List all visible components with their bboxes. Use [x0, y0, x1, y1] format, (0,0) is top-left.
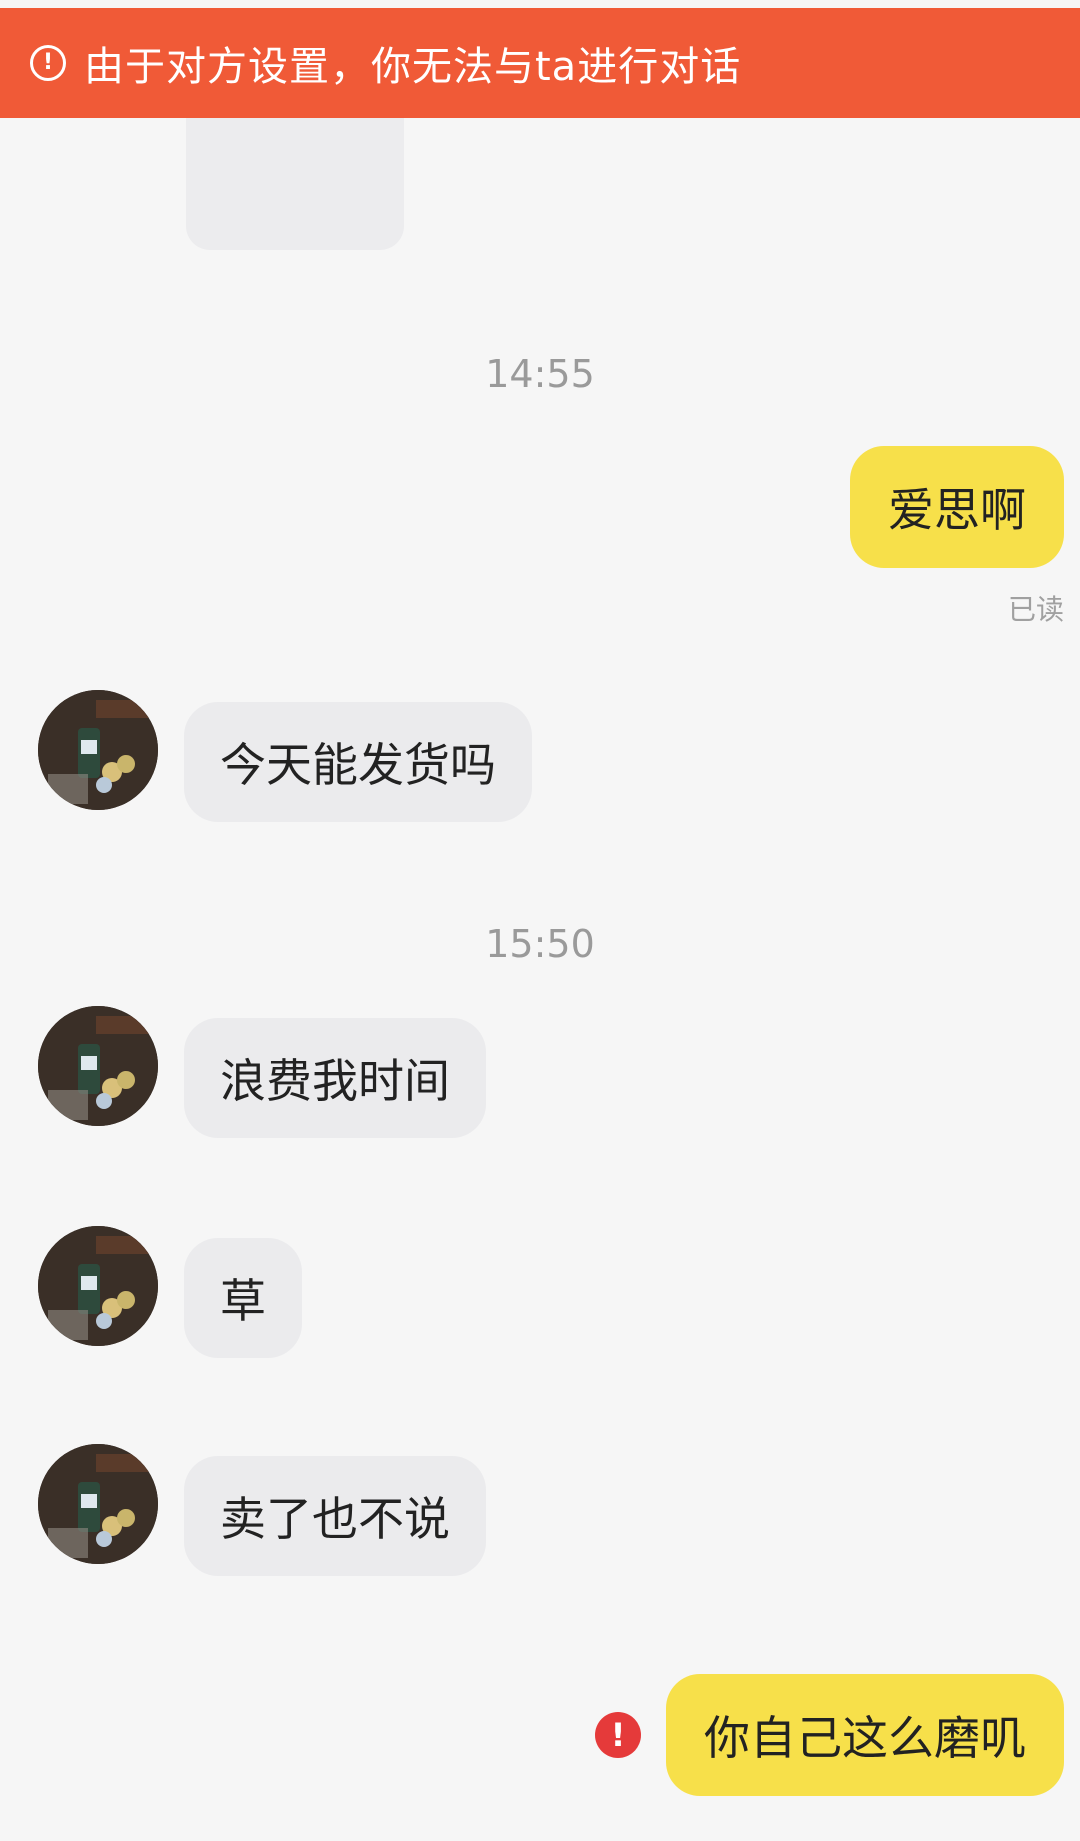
- message-bubble-incoming[interactable]: 浪费我时间: [184, 1018, 486, 1138]
- message-bubble-outgoing[interactable]: 爱思啊: [850, 446, 1064, 568]
- alert-circle-icon: !: [30, 45, 66, 81]
- avatar-photo: [38, 1226, 158, 1346]
- message-text: 卖了也不说: [220, 1492, 450, 1546]
- contact-avatar[interactable]: [38, 690, 158, 810]
- message-text: 今天能发货吗: [220, 738, 496, 792]
- restriction-banner: ! 由于对方设置，你无法与ta进行对话: [0, 8, 1080, 118]
- message-bubble-outgoing[interactable]: 你自己这么磨叽: [666, 1674, 1064, 1796]
- avatar-photo: [38, 1006, 158, 1126]
- contact-avatar[interactable]: [38, 1226, 158, 1346]
- read-receipt: 已读: [1007, 593, 1064, 626]
- message-bubble-incoming[interactable]: 卖了也不说: [184, 1456, 486, 1576]
- contact-avatar[interactable]: [38, 1444, 158, 1564]
- message-bubble-incoming[interactable]: 今天能发货吗: [184, 702, 532, 822]
- contact-avatar[interactable]: [38, 1006, 158, 1126]
- timestamp: 14:55: [485, 352, 595, 396]
- timestamp: 15:50: [485, 922, 595, 966]
- restriction-banner-text: 由于对方设置，你无法与ta进行对话: [84, 44, 742, 90]
- message-text: 你自己这么磨叽: [704, 1711, 1026, 1765]
- message-text: 浪费我时间: [220, 1054, 450, 1108]
- message-bubble-partial: [186, 118, 404, 250]
- message-bubble-incoming[interactable]: 草: [184, 1238, 302, 1358]
- avatar-photo: [38, 690, 158, 810]
- message-text: 爱思啊: [888, 483, 1026, 537]
- avatar-photo: [38, 1444, 158, 1564]
- message-text: 草: [220, 1274, 266, 1328]
- send-failed-icon[interactable]: !: [595, 1712, 641, 1758]
